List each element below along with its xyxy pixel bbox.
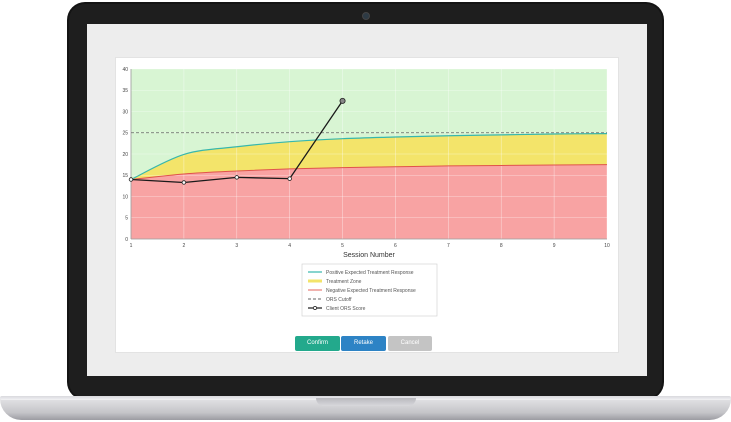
x-tick-label: 6 [394, 243, 397, 249]
legend-positive-label: Positive Expected Treatment Response [326, 270, 414, 276]
y-tick-label: 15 [122, 173, 128, 179]
client-ors-point[interactable] [128, 177, 134, 182]
y-tick-label: 10 [122, 194, 128, 200]
y-tick-label: 25 [122, 131, 128, 137]
legend-client-marker [313, 306, 317, 310]
y-tick-label: 0 [125, 237, 128, 243]
x-tick-label: 2 [182, 243, 185, 249]
client-ors-point[interactable] [234, 175, 239, 180]
legend-client-label: Client ORS Score [326, 306, 366, 312]
client-ors-point[interactable] [339, 97, 346, 104]
legend-negative-label: Negative Expected Treatment Response [326, 288, 416, 294]
chart-panel: 0 5 10 15 20 25 30 35 40 1 2 3 4 5 6 7 8 9 10 Session Numbe… [115, 57, 619, 353]
ors-chart: 0 5 10 15 20 25 30 35 40 1 2 3 4 5 6 7 8 9 10 Session Numbe… [122, 67, 610, 317]
negative-zone-area [131, 164, 607, 239]
x-tick-label: 9 [553, 243, 556, 249]
laptop-notch [316, 398, 416, 406]
retake-button[interactable]: Retake [341, 336, 386, 351]
y-tick-label: 40 [122, 67, 128, 73]
y-tick-label: 35 [122, 88, 128, 94]
y-tick-label: 5 [125, 216, 128, 222]
confirm-button[interactable]: Confirm [295, 336, 340, 351]
legend-zone-label: Treatment Zone [326, 279, 362, 285]
x-tick-label: 5 [341, 243, 344, 249]
x-tick-label: 10 [604, 243, 610, 249]
cancel-button[interactable]: Cancel [388, 336, 432, 351]
client-ors-point[interactable] [287, 176, 292, 181]
x-tick-label: 1 [130, 243, 133, 249]
x-axis-label: Session Number [343, 252, 395, 259]
camera-icon [362, 12, 370, 20]
x-tick-label: 8 [500, 243, 503, 249]
x-tick-label: 7 [447, 243, 450, 249]
x-tick-label: 3 [235, 243, 238, 249]
y-tick-label: 30 [122, 109, 128, 115]
legend-cutoff-label: ORS Cutoff [326, 297, 352, 303]
x-tick-label: 4 [288, 243, 291, 249]
client-ors-point[interactable] [181, 180, 187, 185]
y-tick-label: 20 [122, 152, 128, 158]
screen: 0 5 10 15 20 25 30 35 40 1 2 3 4 5 6 7 8 9 10 Session Numbe… [87, 24, 647, 376]
